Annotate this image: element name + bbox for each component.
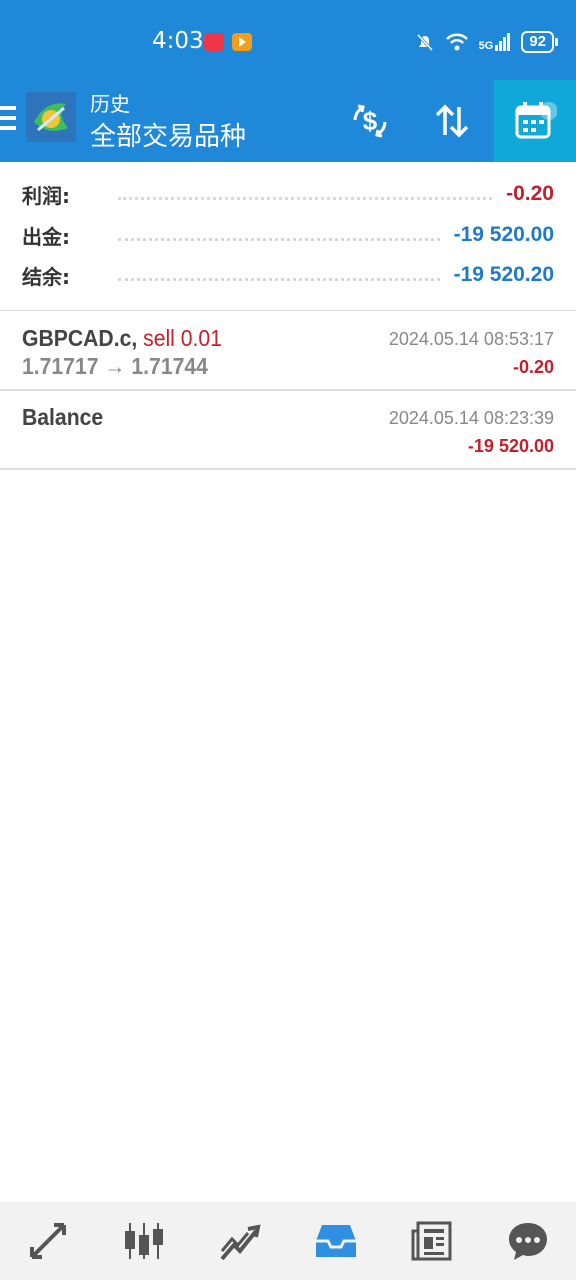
entry-prices: 1.71717 → 1.71744 — [22, 353, 208, 379]
entry-symbol: Balance — [22, 404, 104, 430]
network-type: 5G — [478, 40, 494, 52]
news-icon — [411, 1221, 452, 1261]
signal-icon — [495, 33, 511, 51]
chat-icon — [509, 1223, 547, 1260]
deposit-filter-button[interactable]: $ — [329, 80, 411, 162]
calendar-icon — [515, 102, 557, 139]
balance-value: -19 520.20 — [453, 263, 554, 286]
sort-button[interactable] — [411, 80, 493, 162]
candlestick-icon — [125, 1223, 163, 1259]
withdraw-row: 出金: -19 520.00 — [22, 215, 554, 255]
battery-indicator: 92 — [521, 31, 558, 53]
profit-row: 利润: -0.20 — [22, 174, 554, 214]
page-title[interactable]: 全部交易品种 — [90, 116, 246, 153]
withdraw-value: -19 520.00 — [453, 223, 554, 246]
date-range-button[interactable] — [494, 80, 576, 162]
profit-value: -0.20 — [506, 182, 554, 205]
entry-time: 2024.05.14 08:53:17 — [388, 329, 554, 349]
mute-bell-icon — [416, 33, 433, 52]
list-item[interactable]: GBPCAD.c, sell 0.01 1.71717 → 1.71744 20… — [0, 311, 576, 391]
nav-chat[interactable] — [480, 1202, 576, 1280]
status-bar: 4:03 5G 92 — [0, 0, 576, 80]
wifi-icon — [445, 33, 468, 51]
profit-label: 利润: — [22, 183, 70, 208]
dotted-leader — [118, 237, 440, 241]
dotted-leader — [118, 196, 493, 200]
bottom-navigation — [0, 1202, 576, 1280]
chart-trend-icon — [220, 1224, 261, 1261]
app-notification-icon — [204, 33, 224, 51]
dollar-exchange-icon: $ — [353, 104, 387, 138]
sort-arrows-icon — [435, 104, 469, 138]
inbox-history-icon — [316, 1225, 356, 1257]
svg-text:$: $ — [363, 106, 378, 136]
status-indicators: 5G 92 — [415, 30, 558, 54]
app-logo — [26, 92, 76, 142]
nav-trade[interactable] — [0, 1202, 96, 1280]
withdraw-label: 出金: — [22, 224, 70, 249]
balance-label: 结余: — [22, 264, 70, 289]
nav-news[interactable] — [384, 1202, 480, 1280]
nav-history[interactable] — [288, 1202, 384, 1280]
menu-icon[interactable] — [0, 106, 16, 136]
summary-panel: 利润: -0.20 出金: -19 520.00 结余: -19 520.20 — [0, 162, 576, 311]
entry-profit: -0.20 — [512, 357, 554, 377]
app-bar: 历史 全部交易品种 $ — [0, 80, 576, 162]
status-time: 4:03 — [152, 28, 204, 54]
entry-title: GBPCAD.c, sell 0.01 — [22, 325, 222, 352]
entry-profit: -19 520.00 — [467, 436, 554, 456]
balance-row: 结余: -19 520.20 — [22, 255, 554, 295]
trade-arrows-icon — [30, 1223, 66, 1259]
entry-symbol: GBPCAD.c, — [22, 325, 138, 351]
dotted-leader — [118, 277, 440, 281]
page-subtitle: 历史 — [90, 94, 130, 116]
nav-charts[interactable] — [96, 1202, 192, 1280]
list-item[interactable]: Balance 2024.05.14 08:23:39 -19 520.00 — [0, 390, 576, 470]
video-notification-icon — [232, 33, 252, 51]
entry-time: 2024.05.14 08:23:39 — [388, 408, 554, 428]
nav-trade-chart[interactable] — [192, 1202, 288, 1280]
entry-side: sell 0.01 — [143, 325, 222, 351]
